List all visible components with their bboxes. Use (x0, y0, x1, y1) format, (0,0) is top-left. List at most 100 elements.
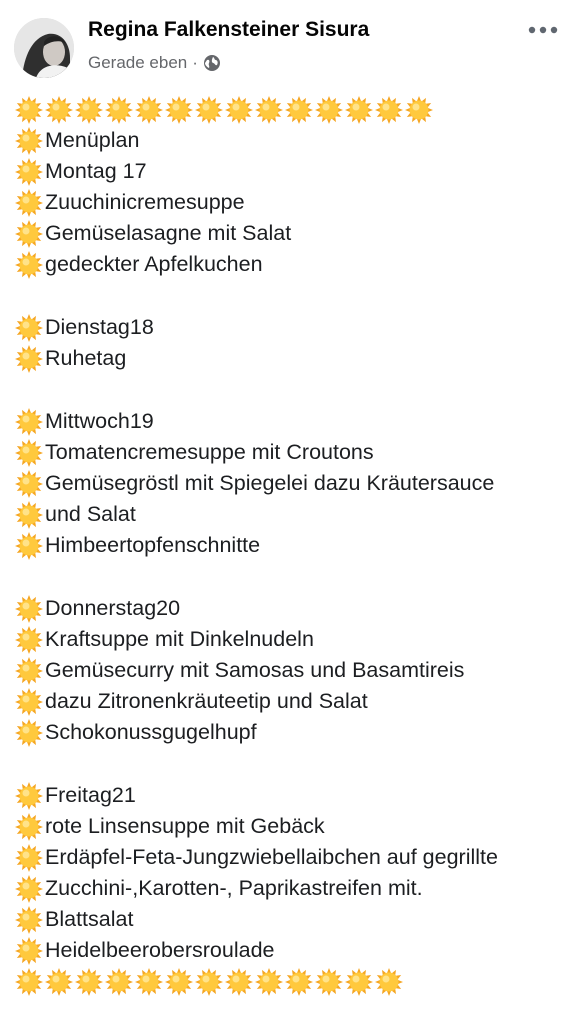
menu-line-text: Gemüsecurry mit Samosas und Basamtireis (45, 658, 465, 682)
sun-emoji-icon (225, 95, 253, 124)
sun-border-top (14, 94, 570, 125)
menu-line: Gemüsegröstl mit Spiegelei dazu Kräuters… (14, 468, 570, 499)
menu-line: rote Linsensuppe mit Gebäck (14, 811, 570, 842)
menu-line-text: Gemüselasagne mit Salat (45, 221, 292, 245)
menu-line-text: Freitag21 (45, 783, 136, 807)
sun-emoji-icon (315, 95, 343, 124)
menu-line-text: Tomatencremesuppe mit Croutons (45, 440, 374, 464)
menu-line: Kraftsuppe mit Dinkelnudeln (14, 624, 570, 655)
sun-emoji-icon (15, 531, 43, 560)
sun-emoji-icon (345, 95, 373, 124)
menu-line: Blattsalat (14, 904, 570, 935)
menu-line: Gemüsecurry mit Samosas und Basamtireis (14, 655, 570, 686)
menu-line: Donnerstag20 (14, 593, 570, 624)
more-options-button[interactable] (526, 16, 560, 44)
menu-line-text: Blattsalat (45, 907, 134, 931)
sun-emoji-icon (225, 967, 253, 996)
sun-emoji-icon (135, 967, 163, 996)
sun-emoji-icon (15, 469, 43, 498)
menu-line: dazu Zitronenkräuteetip und Salat (14, 686, 570, 717)
menu-line-text: und Salat (45, 502, 136, 526)
menu-line-text: Zuuchinicremesuppe (45, 190, 245, 214)
sun-emoji-icon (405, 95, 433, 124)
sun-emoji-icon (15, 219, 43, 248)
menu-line-text: Zucchini-,Karotten-, Paprikastreifen mit… (45, 876, 423, 900)
sun-emoji-icon (15, 781, 43, 810)
sun-emoji-icon (45, 967, 73, 996)
sun-emoji-icon (15, 407, 43, 436)
menu-line: Mittwoch19 (14, 406, 570, 437)
sun-emoji-icon (15, 718, 43, 747)
menu-line-text: Montag 17 (45, 159, 147, 183)
sun-emoji-icon (15, 313, 43, 342)
sun-emoji-icon (255, 95, 283, 124)
sun-emoji-icon (285, 95, 313, 124)
sun-emoji-icon (15, 157, 43, 186)
menu-line-text: Donnerstag20 (45, 596, 181, 620)
sun-emoji-icon (15, 126, 43, 155)
sun-emoji-icon (75, 95, 103, 124)
globe-icon[interactable] (203, 54, 221, 72)
menu-line-text: Heidelbeerobersroulade (45, 938, 275, 962)
menu-line: Heidelbeerobersroulade (14, 935, 570, 966)
menu-line: Ruhetag (14, 343, 570, 374)
menu-line: gedeckter Apfelkuchen (14, 249, 570, 280)
menu-line-text: Erdäpfel-Feta-Jungzwiebellaibchen auf ge… (45, 845, 498, 869)
sun-border-bottom (14, 966, 570, 997)
menu-line: Zucchini-,Karotten-, Paprikastreifen mit… (14, 873, 570, 904)
sun-emoji-icon (15, 95, 43, 124)
sun-emoji-icon (15, 188, 43, 217)
menu-line: Tomatencremesuppe mit Croutons (14, 437, 570, 468)
menu-line-text: gedeckter Apfelkuchen (45, 252, 263, 276)
sun-emoji-icon (75, 967, 103, 996)
sun-emoji-icon (195, 967, 223, 996)
menu-line-text: Ruhetag (45, 346, 127, 370)
post-header: Regina Falkensteiner Sisura Gerade eben … (0, 0, 576, 92)
menu-line: Schokonussgugelhupf (14, 717, 570, 748)
post-meta: Gerade eben · (88, 53, 221, 73)
author-name[interactable]: Regina Falkensteiner Sisura (88, 18, 369, 42)
sun-emoji-icon (105, 95, 133, 124)
menu-line: Himbeertopfenschnitte (14, 530, 570, 561)
menu-line: Zuuchinicremesuppe (14, 187, 570, 218)
sun-emoji-icon (105, 967, 133, 996)
sun-emoji-icon (375, 967, 403, 996)
menu-line: und Salat (14, 499, 570, 530)
menu-line-text: Dienstag18 (45, 315, 154, 339)
sun-emoji-icon (345, 967, 373, 996)
sun-emoji-icon (15, 812, 43, 841)
menu-line: Freitag21 (14, 780, 570, 811)
sun-emoji-icon (15, 625, 43, 654)
sun-emoji-icon (15, 843, 43, 872)
sun-emoji-icon (15, 656, 43, 685)
meta-separator: · (192, 53, 198, 72)
sun-emoji-icon (135, 95, 163, 124)
sun-emoji-icon (15, 905, 43, 934)
menu-line-text: Kraftsuppe mit Dinkelnudeln (45, 627, 314, 651)
menu-line: Gemüselasagne mit Salat (14, 218, 570, 249)
menu-line-text: rote Linsensuppe mit Gebäck (45, 814, 325, 838)
menu-line-text: Menüplan (45, 128, 140, 152)
sun-emoji-icon (15, 967, 43, 996)
menu-line: Dienstag18 (14, 312, 570, 343)
avatar[interactable] (14, 18, 74, 78)
sun-emoji-icon (315, 967, 343, 996)
menu-line: Erdäpfel-Feta-Jungzwiebellaibchen auf ge… (14, 842, 570, 873)
sun-emoji-icon (285, 967, 313, 996)
avatar-image (14, 18, 74, 78)
sun-emoji-icon (45, 95, 73, 124)
sun-emoji-icon (15, 874, 43, 903)
sun-emoji-icon (15, 438, 43, 467)
sun-emoji-icon (15, 500, 43, 529)
post-time[interactable]: Gerade eben (88, 53, 187, 73)
sun-emoji-icon (255, 967, 283, 996)
sun-emoji-icon (15, 936, 43, 965)
sun-emoji-icon (195, 95, 223, 124)
sun-emoji-icon (15, 250, 43, 279)
sun-emoji-icon (165, 967, 193, 996)
sun-emoji-icon (15, 687, 43, 716)
